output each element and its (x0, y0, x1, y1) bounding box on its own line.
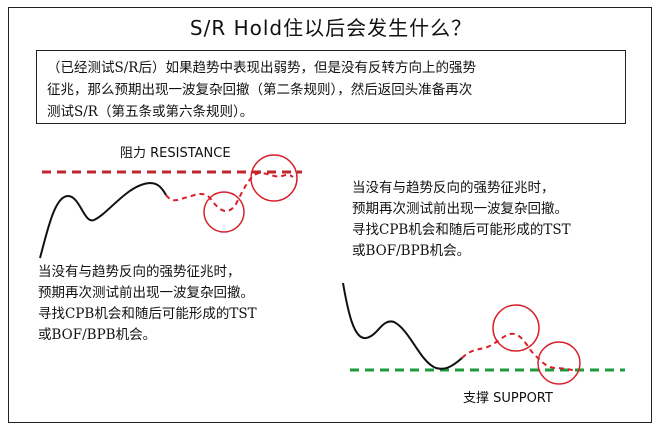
downtrend-price-path (342, 282, 463, 370)
diagram-drawing (39, 154, 625, 385)
pullback-circle (492, 304, 540, 352)
downtrend-pullback-path (461, 332, 575, 371)
uptrend-price-path (39, 181, 167, 259)
retest-circle (250, 154, 298, 202)
pullback-circle (203, 191, 245, 233)
